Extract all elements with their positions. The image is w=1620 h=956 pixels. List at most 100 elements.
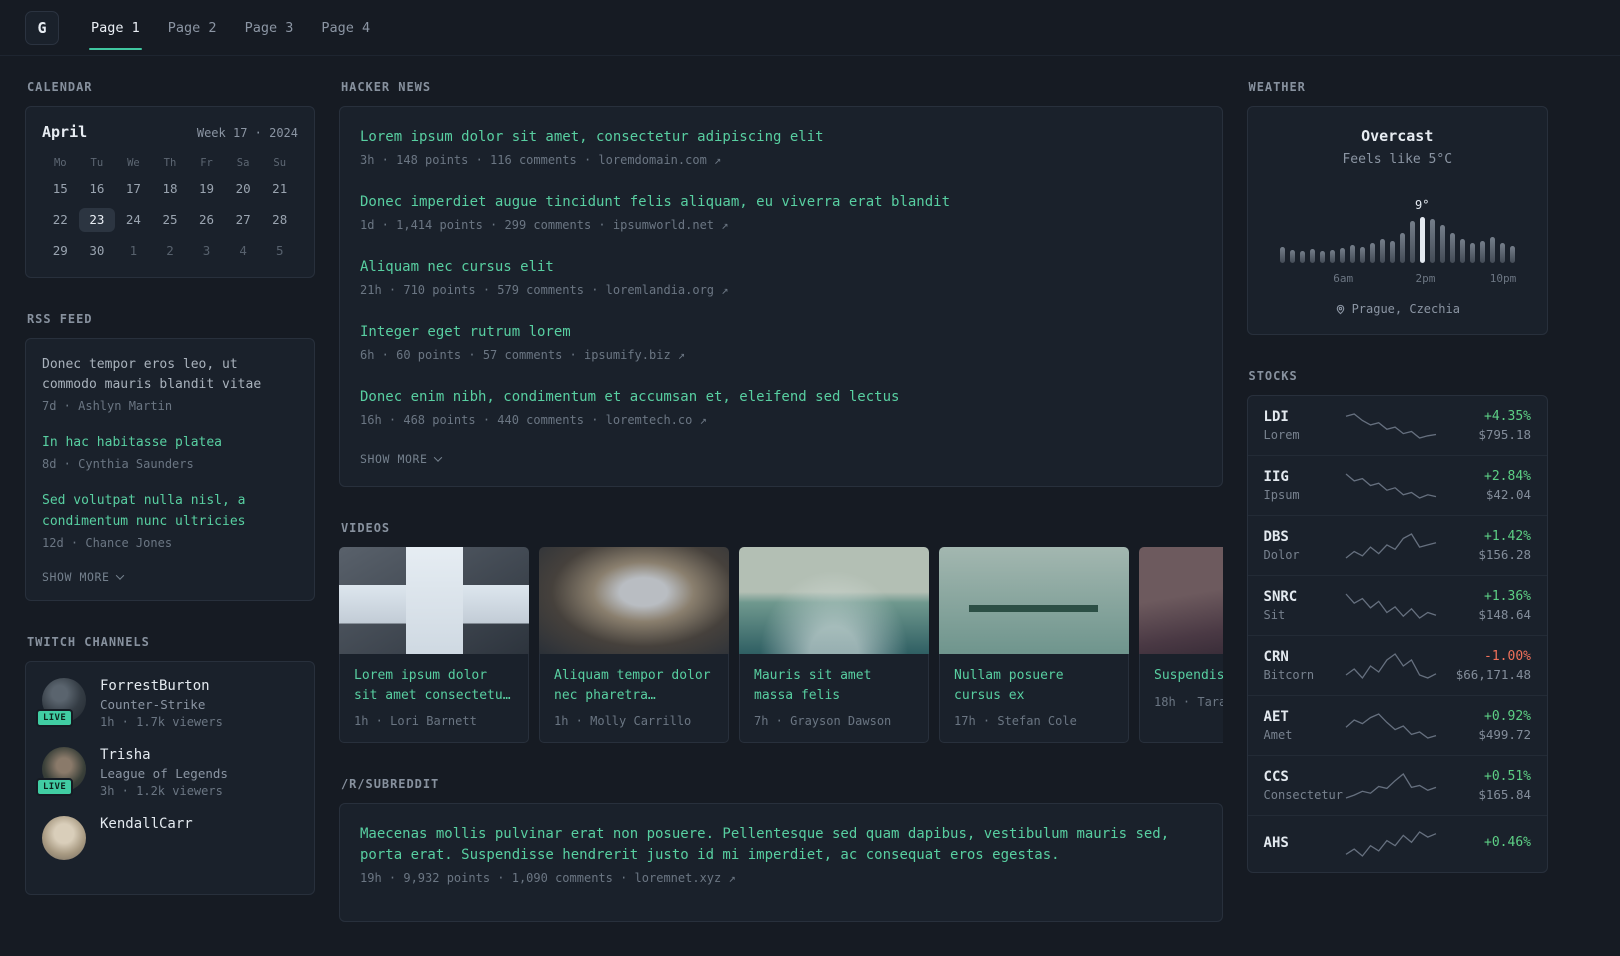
tab-page-2[interactable]: Page 2 [154, 0, 231, 55]
video-card[interactable]: Aliquam tempor dolor nec pharetra… 1h · … [539, 547, 729, 743]
news-domain-link[interactable]: ipsumworld.net ↗ [613, 218, 729, 232]
stock-name: Dolor [1263, 548, 1300, 562]
video-title-link[interactable]: Aliquam tempor dolor nec pharetra… [554, 666, 714, 705]
twitch-channel-row[interactable]: LIVE ForrestBurton Counter-Strike 1h · 1… [36, 677, 298, 729]
calendar-day: 19 [199, 181, 215, 196]
channel-name: KendallCarr [100, 815, 193, 832]
news-domain-link[interactable]: loremdomain.com ↗ [598, 153, 721, 167]
stock-row[interactable]: CCS Consectetur +0.51% $165.84 [1247, 755, 1547, 815]
channel-viewers: 3h · 1.2k viewers [100, 783, 223, 798]
time-axis: 6am 2pm 10pm [1280, 272, 1516, 286]
stock-change: +0.51% [1484, 769, 1531, 784]
hacker-news-widget: HACKER NEWS Lorem ipsum dolor sit amet, … [339, 80, 1223, 487]
stocks-card: LDI Lorem +4.35% $795.18 IIG Ipsum +2.84% $4… [1246, 395, 1548, 873]
video-card[interactable]: Nullam posuere cursus ex 17h · Stefan Co… [939, 547, 1129, 743]
stock-row[interactable]: SNRC Sit +1.36% $148.64 [1247, 575, 1547, 635]
show-more-label: SHOW MORE [360, 452, 428, 466]
videos-row: Lorem ipsum dolor sit amet consectetu… 1… [339, 547, 1223, 743]
stock-price: $156.28 [1478, 547, 1531, 562]
stocks-widget: STOCKS LDI Lorem +4.35% $795.18 IIG Ipsum +… [1246, 369, 1548, 873]
rss-meta: 12d · Chance Jones [42, 535, 173, 550]
news-item: Donec imperdiet augue tincidunt felis al… [360, 192, 1202, 232]
stock-change: -1.00% [1484, 649, 1531, 664]
calendar-widget: CALENDAR April Week 17 · 2024 Mo Tu We T… [25, 80, 315, 278]
news-meta: 3h · 148 points · 116 comments · [360, 153, 592, 167]
video-thumbnail [939, 547, 1129, 654]
twitch-widget: TWITCH CHANNELS LIVE ForrestBurton Count… [25, 635, 315, 895]
news-link[interactable]: Lorem ipsum dolor sit amet, consectetur … [360, 127, 1202, 148]
calendar-day-next-month: 4 [239, 243, 247, 258]
stock-row[interactable]: AET Amet +0.92% $499.72 [1247, 695, 1547, 755]
news-link[interactable]: Integer eget rutrum lorem [360, 322, 1202, 343]
stock-sparkline [1345, 412, 1437, 439]
chevron-down-icon [433, 453, 442, 462]
rss-link[interactable]: Donec tempor eros leo, ut commodo mauris… [42, 355, 298, 395]
calendar-day: 29 [52, 243, 68, 258]
stock-change: +1.36% [1484, 589, 1531, 604]
stock-sparkline [1345, 593, 1437, 619]
app-logo[interactable]: G [25, 10, 59, 45]
page-tabs: Page 1 Page 2 Page 3 Page 4 [77, 0, 384, 55]
twitch-title: TWITCH CHANNELS [27, 634, 150, 649]
post-domain-link[interactable]: loremnet.xyz ↗ [635, 871, 736, 885]
calendar-month: April [42, 123, 88, 141]
twitch-channel-row[interactable]: KendallCarr [42, 815, 298, 860]
video-card[interactable]: Suspendisse diam 18h · Tara [1139, 547, 1223, 743]
twitch-channel-row[interactable]: LIVE Trisha League of Legends 3h · 1.2k … [36, 746, 298, 798]
stock-ticker: LDI [1263, 409, 1289, 425]
channel-category: Counter-Strike [100, 696, 206, 712]
stock-row[interactable]: CRN Bitcorn -1.00% $66,171.48 [1247, 635, 1547, 695]
news-item: Donec enim nibh, condimentum et accumsan… [360, 387, 1202, 427]
weather-feels-like: Feels like 5°C [1342, 152, 1453, 167]
hacker-news-show-more-button[interactable]: SHOW MORE [360, 452, 1202, 466]
calendar-day: 17 [125, 181, 141, 196]
weekday-label: Sa [236, 157, 250, 169]
stock-row[interactable]: LDI Lorem +4.35% $795.18 [1248, 396, 1547, 455]
video-card[interactable]: Lorem ipsum dolor sit amet consectetu… 1… [339, 547, 529, 743]
stock-ticker: CCS [1263, 769, 1289, 785]
videos-widget: VIDEOS Lorem ipsum dolor sit amet consec… [339, 521, 1223, 743]
news-link[interactable]: Donec imperdiet augue tincidunt felis al… [360, 192, 1202, 213]
news-domain-link[interactable]: loremtech.co ↗ [606, 413, 707, 427]
tab-page-1[interactable]: Page 1 [77, 0, 154, 55]
video-card[interactable]: Mauris sit amet massa felis 7h · Grayson… [739, 547, 929, 743]
news-link[interactable]: Donec enim nibh, condimentum et accumsan… [360, 387, 1202, 408]
stock-row[interactable]: IIG Ipsum +2.84% $42.04 [1247, 455, 1547, 515]
rss-show-more-button[interactable]: SHOW MORE [42, 570, 298, 584]
weekday-label: Fr [200, 157, 213, 169]
video-title-link[interactable]: Nullam posuere cursus ex [954, 666, 1114, 705]
stock-price: $499.72 [1478, 727, 1531, 742]
video-title-link[interactable]: Lorem ipsum dolor sit amet consectetu… [354, 666, 514, 705]
stock-row[interactable]: DBS Dolor +1.42% $156.28 [1247, 515, 1547, 575]
rss-link[interactable]: In hac habitasse platea [42, 433, 298, 453]
subreddit-card: Maecenas mollis pulvinar erat non posuer… [339, 803, 1223, 922]
calendar-day: 21 [272, 181, 288, 196]
rss-link[interactable]: Sed volutpat nulla nisl, a condimentum n… [42, 491, 298, 531]
stock-price: $165.84 [1478, 787, 1531, 802]
news-meta: 21h · 710 points · 579 comments · [360, 283, 599, 297]
tab-page-4[interactable]: Page 4 [307, 0, 384, 55]
news-domain-link[interactable]: ipsumify.biz ↗ [584, 348, 685, 362]
stock-sparkline [1345, 473, 1437, 499]
video-title-link[interactable]: Mauris sit amet massa felis [754, 666, 914, 705]
rss-title: RSS FEED [27, 312, 93, 326]
news-item: Integer eget rutrum lorem 6h · 60 points… [360, 322, 1202, 362]
subreddit-title: /R/SUBREDDIT [341, 777, 440, 791]
center-column: HACKER NEWS Lorem ipsum dolor sit amet, … [339, 80, 1223, 956]
video-meta: 1h · Lori Barnett [354, 714, 477, 728]
weather-location: Prague, Czechia [1351, 302, 1460, 316]
stock-row[interactable]: AHS +0.46% [1247, 815, 1547, 872]
weather-title: WEATHER [1248, 80, 1306, 94]
news-domain-link[interactable]: loremlandia.org ↗ [606, 283, 729, 297]
video-title-link[interactable]: Suspendisse diam [1154, 666, 1223, 686]
video-meta: 7h · Grayson Dawson [754, 714, 892, 728]
post-link[interactable]: Maecenas mollis pulvinar erat non posuer… [360, 824, 1202, 866]
video-meta: 18h · Tara [1154, 694, 1223, 709]
stock-name: Amet [1263, 728, 1293, 742]
video-thumbnail [539, 547, 729, 654]
news-link[interactable]: Aliquam nec cursus elit [360, 257, 1202, 278]
stock-name: Ipsum [1263, 488, 1300, 502]
calendar-day: 24 [125, 212, 141, 227]
tab-page-3[interactable]: Page 3 [231, 0, 308, 55]
subreddit-widget: /R/SUBREDDIT Maecenas mollis pulvinar er… [339, 777, 1223, 922]
